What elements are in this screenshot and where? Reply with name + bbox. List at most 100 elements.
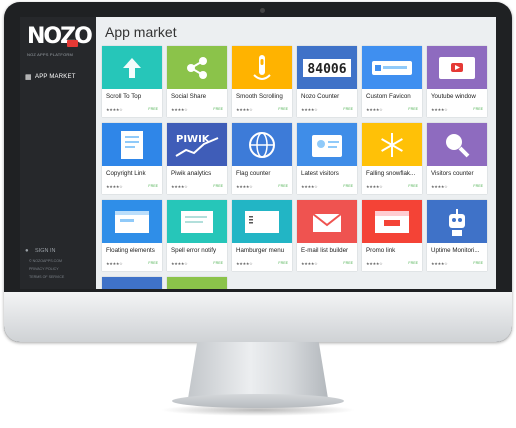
arrow-up-icon: [102, 46, 162, 89]
window-icon: [102, 200, 162, 243]
price-label: FREE: [278, 107, 288, 111]
rating-stars: ★★★★☆: [106, 261, 123, 266]
copyright-text: © NOZOAPPS.COM: [29, 259, 62, 263]
logo-badge: [67, 40, 78, 47]
main-content: App market Scroll To Top ★★★★☆ FREE Social …: [96, 17, 496, 289]
app-card[interactable]: Promo link ★★★★☆ FREE: [362, 200, 422, 271]
globe-icon: [232, 123, 292, 166]
app-card[interactable]: Youtube window ★★★★☆ FREE: [427, 46, 487, 117]
stand-base: [172, 394, 344, 408]
price-label: FREE: [148, 184, 158, 188]
counter-icon: 84006: [297, 46, 357, 89]
app-card[interactable]: Scroll To Top ★★★★☆ FREE: [102, 46, 162, 117]
app-card[interactable]: Flag counter ★★★★☆ FREE: [232, 123, 292, 194]
screen: NOZO NOZ APPS PLATFORM ▦ APP MARKET ● SI…: [20, 17, 496, 289]
price-label: FREE: [473, 261, 483, 265]
magnifier-icon: [427, 123, 487, 166]
rating-stars: ★★★★☆: [236, 107, 253, 112]
rating-stars: ★★★★☆: [301, 184, 318, 189]
app-card[interactable]: [167, 277, 227, 289]
rating-stars: ★★★★☆: [106, 184, 123, 189]
sidebar: NOZO NOZ APPS PLATFORM ▦ APP MARKET ● SI…: [20, 17, 96, 289]
app-card[interactable]: Smooth Scrolling ★★★★☆ FREE: [232, 46, 292, 117]
page-title: App market: [105, 24, 177, 40]
price-label: FREE: [213, 184, 223, 188]
blank-icon: [102, 277, 162, 289]
price-label: FREE: [473, 107, 483, 111]
app-title: Smooth Scrolling: [236, 93, 283, 100]
app-title: Piwik analytics: [171, 170, 212, 177]
blank-icon: [167, 277, 227, 289]
promo-window-icon: [362, 200, 422, 243]
piwik-chart-icon: PIWIK: [167, 123, 227, 166]
price-label: FREE: [473, 184, 483, 188]
app-card[interactable]: Hamburger menu ★★★★☆ FREE: [232, 200, 292, 271]
sidebar-item-label: APP MARKET: [35, 74, 76, 80]
price-label: FREE: [408, 261, 418, 265]
privacy-policy-link[interactable]: PRIVACY POLICY: [29, 265, 96, 273]
rating-stars: ★★★★☆: [236, 184, 253, 189]
price-label: FREE: [408, 107, 418, 111]
terms-link[interactable]: TERMS OF SERVICE: [29, 273, 96, 281]
logo[interactable]: NOZO: [27, 25, 93, 49]
price-label: FREE: [278, 184, 288, 188]
document-icon: [102, 123, 162, 166]
price-label: FREE: [213, 107, 223, 111]
rating-stars: ★★★★☆: [301, 261, 318, 266]
app-card[interactable]: Visitors counter ★★★★☆ FREE: [427, 123, 487, 194]
robot-icon: [427, 200, 487, 243]
app-card[interactable]: 84006 Nozo Counter ★★★★☆ FREE: [297, 46, 357, 117]
app-card[interactable]: E-mail list builder ★★★★☆ FREE: [297, 200, 357, 271]
app-title: Copyright Link: [106, 170, 146, 177]
rating-stars: ★★★★☆: [171, 107, 188, 112]
app-card[interactable]: PIWIK Piwik analytics ★★★★☆ FREE: [167, 123, 227, 194]
rating-stars: ★★★★☆: [366, 184, 383, 189]
app-card[interactable]: Latest visitors ★★★★☆ FREE: [297, 123, 357, 194]
svg-text:84006: 84006: [307, 62, 346, 77]
app-title: Social Share: [171, 93, 207, 100]
monitor-chin: [4, 292, 512, 342]
page-icon: [167, 200, 227, 243]
share-icon: [167, 46, 227, 89]
snowflake-icon: [362, 123, 422, 166]
app-title: Flag counter: [236, 170, 271, 177]
app-title: Latest visitors: [301, 170, 339, 177]
app-card[interactable]: Floating elements ★★★★☆ FREE: [102, 200, 162, 271]
price-label: FREE: [343, 261, 353, 265]
app-card[interactable]: Uptime Monitori... ★★★★☆ FREE: [427, 200, 487, 271]
app-card[interactable]: Social Share ★★★★☆ FREE: [167, 46, 227, 117]
tagline: NOZ APPS PLATFORM: [27, 52, 73, 57]
sign-in-link[interactable]: ● SIGN IN: [20, 245, 96, 257]
app-title: Scroll To Top: [106, 93, 142, 100]
rating-stars: ★★★★☆: [106, 107, 123, 112]
user-icon: ●: [25, 248, 29, 254]
id-card-icon: [297, 123, 357, 166]
price-label: FREE: [148, 261, 158, 265]
sidebar-item-app-market[interactable]: ▦ APP MARKET: [20, 69, 96, 85]
mail-icon: [297, 200, 357, 243]
rating-stars: ★★★★☆: [366, 107, 383, 112]
youtube-icon: [427, 46, 487, 89]
app-card[interactable]: Custom Favicon ★★★★☆ FREE: [362, 46, 422, 117]
scroll-hand-icon: [232, 46, 292, 89]
price-label: FREE: [343, 184, 353, 188]
rating-stars: ★★★★☆: [171, 184, 188, 189]
app-title: Visitors counter: [431, 170, 474, 177]
app-title: Hamburger menu: [236, 247, 285, 254]
app-card[interactable]: [102, 277, 162, 289]
price-label: FREE: [278, 261, 288, 265]
favicon-icon: [362, 46, 422, 89]
app-card[interactable]: Copyright Link ★★★★☆ FREE: [102, 123, 162, 194]
rating-stars: ★★★★☆: [366, 261, 383, 266]
rating-stars: ★★★★☆: [301, 107, 318, 112]
app-card[interactable]: Spell error notify ★★★★☆ FREE: [167, 200, 227, 271]
app-card[interactable]: Falling snowflak... ★★★★☆ FREE: [362, 123, 422, 194]
camera-icon: [260, 8, 265, 13]
app-title: Promo link: [366, 247, 396, 254]
price-label: FREE: [148, 107, 158, 111]
rating-stars: ★★★★☆: [171, 261, 188, 266]
app-title: Falling snowflak...: [366, 170, 416, 177]
rating-stars: ★★★★☆: [236, 261, 253, 266]
app-title: E-mail list builder: [301, 247, 349, 254]
rating-stars: ★★★★☆: [431, 107, 448, 112]
